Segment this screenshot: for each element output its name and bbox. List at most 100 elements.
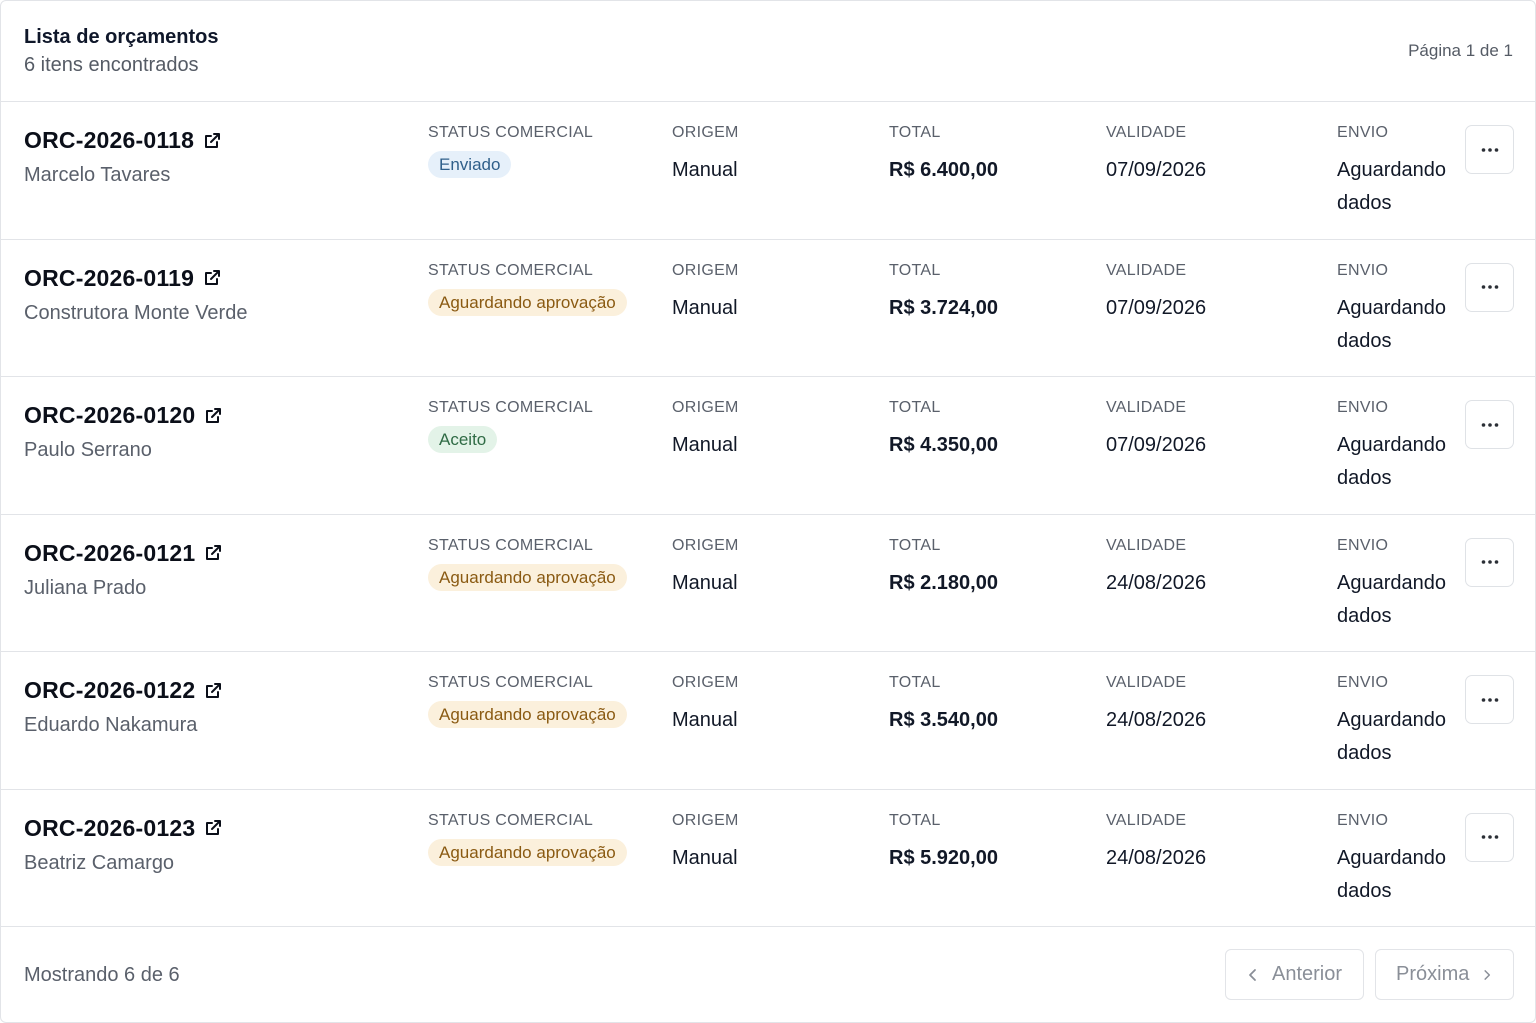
external-link-icon[interactable]: [202, 268, 222, 288]
total-label: TOTAL: [889, 536, 941, 554]
quote-row: ORC-2026-0119 Construtora Monte Verde ST…: [1, 240, 1535, 377]
external-link-icon[interactable]: [203, 543, 223, 563]
shipping-cell: ENVIO Aguardando dados: [1337, 399, 1462, 495]
status-badge: Aguardando aprovação: [428, 563, 627, 591]
origin-cell: ORIGEM Manual: [672, 124, 739, 187]
previous-page-button[interactable]: Anterior: [1225, 949, 1364, 1000]
shipping-value: Aguardando dados: [1337, 842, 1462, 908]
validity-value: 07/09/2026: [1106, 159, 1207, 181]
validity-cell: VALIDADE 24/08/2026: [1106, 674, 1206, 737]
row-actions-button[interactable]: [1465, 675, 1514, 724]
shipping-value-line-2: dados: [1337, 192, 1392, 214]
chevron-left-icon: [1249, 968, 1256, 981]
origin-label: ORIGEM: [672, 124, 739, 141]
shipping-label: ENVIO: [1337, 811, 1389, 829]
showing-count: Mostrando 6 de 6: [24, 964, 180, 986]
next-page-label: Próxima: [1396, 963, 1470, 985]
validity-cell: VALIDADE 07/09/2026: [1106, 399, 1206, 462]
next-page-button[interactable]: Próxima: [1375, 949, 1514, 1000]
status-label: STATUS COMERCIAL: [428, 399, 594, 416]
quote-code-link[interactable]: ORC-2026-0119: [24, 265, 222, 292]
shipping-value: Aguardando dados: [1337, 429, 1462, 495]
shipping-value: Aguardando dados: [1337, 292, 1462, 358]
total-value: R$ 4.350,00: [889, 434, 998, 456]
validity-label: VALIDADE: [1106, 674, 1187, 691]
shipping-value: Aguardando dados: [1337, 704, 1462, 770]
status-label: STATUS COMERCIAL: [428, 674, 594, 691]
more-horizontal-icon: [1481, 147, 1498, 152]
more-horizontal-icon: [1481, 285, 1498, 289]
quote-row: ORC-2026-0123 Beatriz Camargo STATUS COM…: [1, 790, 1535, 927]
origin-value: Manual: [672, 709, 738, 731]
status-cell: STATUS COMERCIAL Aceito: [428, 399, 593, 453]
list-footer: Mostrando 6 de 6 Anterior Próxima: [1, 927, 1535, 1022]
row-actions-button[interactable]: [1465, 400, 1514, 449]
page-indicator: Página 1 de 1: [1408, 41, 1513, 60]
quote-code[interactable]: ORC-2026-0119: [24, 265, 194, 292]
origin-value: Manual: [672, 434, 738, 456]
shipping-label: ENVIO: [1337, 399, 1389, 416]
shipping-cell: ENVIO Aguardando dados: [1337, 262, 1462, 358]
row-actions-button[interactable]: [1465, 812, 1514, 862]
quote-code[interactable]: ORC-2026-0121: [24, 540, 195, 567]
shipping-value-line-1: Aguardando: [1337, 434, 1446, 456]
validity-value: 24/08/2026: [1106, 571, 1207, 594]
total-label: TOTAL: [889, 674, 941, 691]
validity-label: VALIDADE: [1106, 261, 1187, 279]
list-header: Lista de orçamentos 6 itens encontrados …: [1, 1, 1535, 102]
origin-cell: ORIGEM Manual: [672, 399, 739, 462]
shipping-cell: ENVIO Aguardando dados: [1337, 537, 1462, 633]
row-actions-button[interactable]: [1465, 537, 1514, 587]
status-label: STATUS COMERCIAL: [428, 536, 594, 554]
total-cell: TOTAL R$ 3.540,00: [889, 674, 998, 737]
row-actions-button[interactable]: [1465, 125, 1514, 174]
more-horizontal-icon: [1481, 560, 1498, 564]
validity-cell: VALIDADE 24/08/2026: [1106, 812, 1206, 875]
status-label: STATUS COMERCIAL: [428, 124, 594, 141]
quote-code-link[interactable]: ORC-2026-0123: [24, 815, 223, 842]
validity-value: 24/08/2026: [1106, 846, 1207, 869]
quote-code-link[interactable]: ORC-2026-0120: [24, 402, 223, 429]
quote-code[interactable]: ORC-2026-0122: [24, 677, 195, 704]
external-link-icon[interactable]: [202, 131, 222, 151]
quote-code[interactable]: ORC-2026-0123: [24, 815, 195, 842]
external-link-icon[interactable]: [203, 818, 223, 838]
page-title: Lista de orçamentos: [24, 26, 219, 48]
origin-cell: ORIGEM Manual: [672, 674, 739, 737]
shipping-label: ENVIO: [1337, 536, 1389, 554]
shipping-value-line-1: Aguardando: [1337, 709, 1446, 731]
external-link-icon[interactable]: [203, 681, 223, 701]
total-cell: TOTAL R$ 4.350,00: [889, 399, 998, 462]
total-value: R$ 3.540,00: [889, 709, 998, 731]
validity-cell: VALIDADE 24/08/2026: [1106, 537, 1206, 600]
status-cell: STATUS COMERCIAL Enviado: [428, 124, 593, 178]
origin-label: ORIGEM: [672, 399, 739, 416]
quote-code-link[interactable]: ORC-2026-0122: [24, 677, 223, 704]
validity-label: VALIDADE: [1106, 811, 1187, 829]
shipping-value-line-2: dados: [1337, 879, 1392, 902]
external-link-icon[interactable]: [203, 406, 223, 426]
origin-value: Manual: [672, 846, 738, 869]
shipping-value-line-1: Aguardando: [1337, 159, 1446, 181]
quote-code-link[interactable]: ORC-2026-0121: [24, 540, 223, 567]
status-cell: STATUS COMERCIAL Aguardando aprovação: [428, 674, 627, 728]
status-badge: Aceito: [428, 426, 498, 453]
origin-value: Manual: [672, 571, 738, 594]
total-value: R$ 3.724,00: [889, 296, 998, 319]
status-cell: STATUS COMERCIAL Aguardando aprovação: [428, 812, 627, 866]
more-horizontal-icon: [1481, 697, 1498, 702]
total-value: R$ 6.400,00: [889, 159, 998, 181]
origin-label: ORIGEM: [672, 261, 739, 279]
validity-label: VALIDADE: [1106, 124, 1187, 141]
quote-code-link[interactable]: ORC-2026-0118: [24, 127, 222, 154]
total-label: TOTAL: [889, 261, 941, 279]
validity-cell: VALIDADE 07/09/2026: [1106, 124, 1206, 187]
client-name: Paulo Serrano: [24, 439, 152, 461]
origin-cell: ORIGEM Manual: [672, 262, 739, 325]
shipping-value: Aguardando dados: [1337, 154, 1462, 220]
quote-code[interactable]: ORC-2026-0120: [24, 402, 195, 429]
validity-value: 24/08/2026: [1106, 709, 1207, 731]
quote-code[interactable]: ORC-2026-0118: [24, 127, 194, 154]
row-actions-button[interactable]: [1465, 262, 1514, 312]
validity-label: VALIDADE: [1106, 536, 1187, 554]
